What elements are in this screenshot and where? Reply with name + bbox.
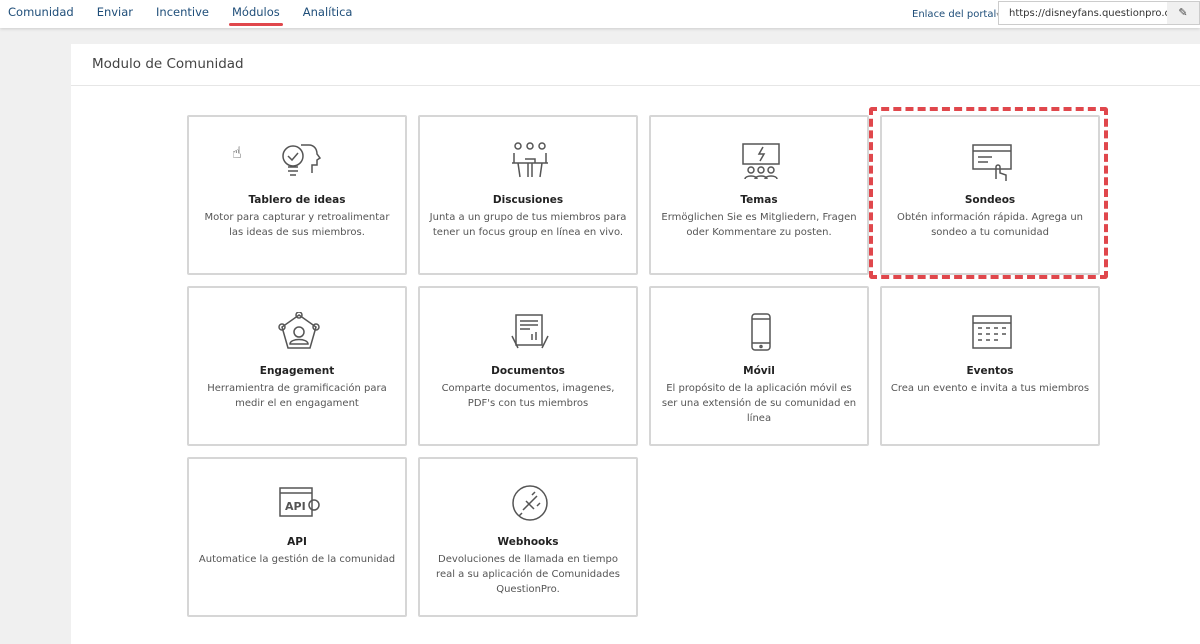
presentation-icon xyxy=(742,143,780,180)
pencil-icon[interactable]: ✎ xyxy=(1167,2,1199,24)
meeting-icon xyxy=(512,142,548,178)
module-description: Motor para capturar y retroalimentar las… xyxy=(204,212,390,238)
lightbulb-head-icon xyxy=(282,144,321,176)
portal-label: Enlace del portal xyxy=(912,9,997,20)
nav-comunidad[interactable]: Comunidad xyxy=(8,5,74,19)
module-card-webhooks[interactable]: Webhooks Devoluciones de llamada en tiemp… xyxy=(418,457,638,617)
documents-icon xyxy=(511,314,549,349)
mobile-icon xyxy=(751,313,771,351)
page-title: Modulo de Comunidad xyxy=(92,56,244,72)
portal-url-field[interactable]: https://disneyfans.questionpro.com ✎ xyxy=(998,1,1200,25)
module-description: Crea un evento e invita a tus miembros xyxy=(890,383,1090,394)
module-card-temas[interactable]: Temas Ermöglichen Sie es Mitgliedern, Fra… xyxy=(649,115,869,275)
module-description: Herramientra de gramificación para medir… xyxy=(207,383,387,409)
portal-url: https://disneyfans.questionpro.com xyxy=(1009,8,1186,19)
module-description: Automatice la gestión de la comunidad xyxy=(198,554,396,565)
hand-cursor-icon: ☝ xyxy=(232,143,242,162)
svg-text:API: API xyxy=(285,500,306,513)
module-title: Tablero de ideas xyxy=(248,194,346,206)
module-title: Engagement xyxy=(259,365,335,377)
module-card-engagement[interactable]: Engagement Herramientra de gramificación … xyxy=(187,286,407,446)
plug-icon xyxy=(512,485,548,521)
module-card-m-vil[interactable]: Móvil El propósito de la aplicación móvil… xyxy=(649,286,869,446)
calendar-icon xyxy=(972,315,1012,349)
module-description: Ermöglichen Sie es Mitgliedern, Fragen o… xyxy=(661,212,857,238)
api-icon: API xyxy=(279,487,320,517)
module-description: El propósito de la aplicación móvil es s… xyxy=(661,383,857,424)
highlight-annotation xyxy=(869,107,1108,279)
top-bar: Comunidad Enviar Incentive Módulos Analí… xyxy=(0,0,1200,28)
module-title: Documentos xyxy=(491,365,565,377)
main-nav: Comunidad Enviar Incentive Módulos Analí… xyxy=(8,5,375,26)
module-title: Discusiones xyxy=(492,194,564,206)
network-user-icon xyxy=(278,312,320,349)
module-card-api[interactable]: API API Automatice la gestión de la comuni… xyxy=(187,457,407,617)
module-description: Junta a un grupo de tus miembros para te… xyxy=(429,212,627,238)
module-description: Devoluciones de llamada en tiempo real a… xyxy=(436,554,620,595)
module-title: API xyxy=(287,536,307,548)
nav-analitica[interactable]: Analítica xyxy=(303,5,353,19)
module-title: Webhooks xyxy=(497,536,559,548)
module-description: Comparte documentos, imagenes, PDF's con… xyxy=(441,383,615,409)
nav-modulos[interactable]: Módulos xyxy=(228,5,283,26)
divider xyxy=(71,85,1200,86)
module-card-tablero-de-ideas[interactable]: Tablero de ideas Motor para capturar y re… xyxy=(187,115,407,275)
nav-enviar[interactable]: Enviar xyxy=(97,5,133,19)
module-card-eventos[interactable]: Eventos Crea un evento e invita a tus mie… xyxy=(880,286,1100,446)
nav-incentive[interactable]: Incentive xyxy=(156,5,209,19)
portal-link-dropdown[interactable]: Enlace del portal▾ xyxy=(912,9,1000,20)
module-title: Temas xyxy=(740,194,778,206)
module-card-discusiones[interactable]: Discusiones Junta a un grupo de tus miemb… xyxy=(418,115,638,275)
module-title: Móvil xyxy=(743,365,775,377)
module-title: Eventos xyxy=(966,365,1014,377)
module-card-documentos[interactable]: Documentos Comparte documentos, imagenes,… xyxy=(418,286,638,446)
